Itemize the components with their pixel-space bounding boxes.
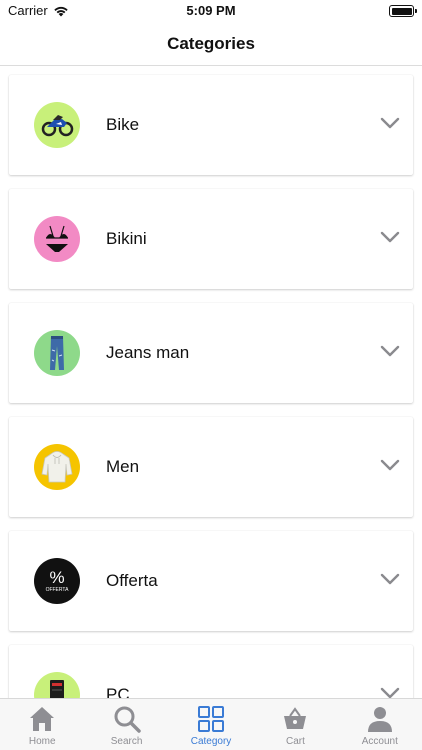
category-label: Bike	[106, 115, 140, 134]
category-item-offerta[interactable]: % OFFERTA Offerta	[9, 531, 413, 631]
category-label: Bikini	[106, 229, 147, 248]
tab-cart[interactable]: Cart	[253, 699, 337, 750]
offerta-icon-text: OFFERTA	[46, 587, 70, 593]
chevron-down-icon[interactable]	[380, 572, 400, 586]
category-label: Offerta	[106, 571, 158, 590]
category-item-bike[interactable]: Bike	[9, 75, 413, 175]
category-item-pc[interactable]: PC	[9, 645, 413, 698]
tab-label: Account	[361, 736, 398, 747]
chevron-down-icon[interactable]	[380, 686, 400, 698]
tab-search[interactable]: Search	[84, 699, 168, 750]
basket-icon	[284, 707, 307, 729]
navigation-bar: Categories	[0, 22, 422, 66]
tab-bar: Home Search Category Cart Account	[0, 698, 422, 750]
category-label: Jeans man	[106, 343, 190, 362]
motorbike-icon	[34, 102, 80, 148]
category-list[interactable]: Bike Bikini Jeans man Men % OFFERTA Offe…	[0, 66, 422, 698]
tab-label: Search	[110, 736, 143, 747]
pc-tower-icon	[34, 672, 80, 698]
tab-label: Cart	[285, 736, 305, 747]
battery-icon	[389, 5, 417, 17]
chevron-down-icon[interactable]	[380, 458, 400, 472]
page-title: Categories	[167, 34, 255, 53]
tab-label: Home	[28, 736, 56, 747]
offerta-percent-icon: % OFFERTA	[34, 558, 80, 604]
category-grid-icon	[198, 706, 225, 732]
chevron-down-icon[interactable]	[380, 116, 400, 130]
tab-label: Category	[190, 736, 232, 747]
category-item-bikini[interactable]: Bikini	[9, 189, 413, 289]
category-label: PC	[106, 685, 130, 698]
jeans-icon	[34, 330, 80, 376]
tab-home[interactable]: Home	[0, 699, 84, 750]
category-label: Men	[106, 457, 140, 476]
tab-account[interactable]: Account	[338, 699, 422, 750]
categories-screen: Carrier 5:09 PM Categories Bike Bikini J…	[0, 0, 422, 750]
svg-text:%: %	[49, 568, 64, 587]
chevron-down-icon[interactable]	[380, 230, 400, 244]
category-item-jeans-man[interactable]: Jeans man	[9, 303, 413, 403]
home-icon	[30, 707, 55, 731]
status-bar: Carrier 5:09 PM	[0, 0, 422, 22]
search-icon	[114, 706, 141, 733]
bikini-icon	[34, 216, 80, 262]
chevron-down-icon[interactable]	[380, 344, 400, 358]
hoodie-icon	[34, 444, 80, 490]
category-item-men[interactable]: Men	[9, 417, 413, 517]
status-time: 5:09 PM	[186, 3, 236, 18]
person-icon	[367, 707, 392, 732]
tab-category[interactable]: Category	[169, 699, 253, 750]
